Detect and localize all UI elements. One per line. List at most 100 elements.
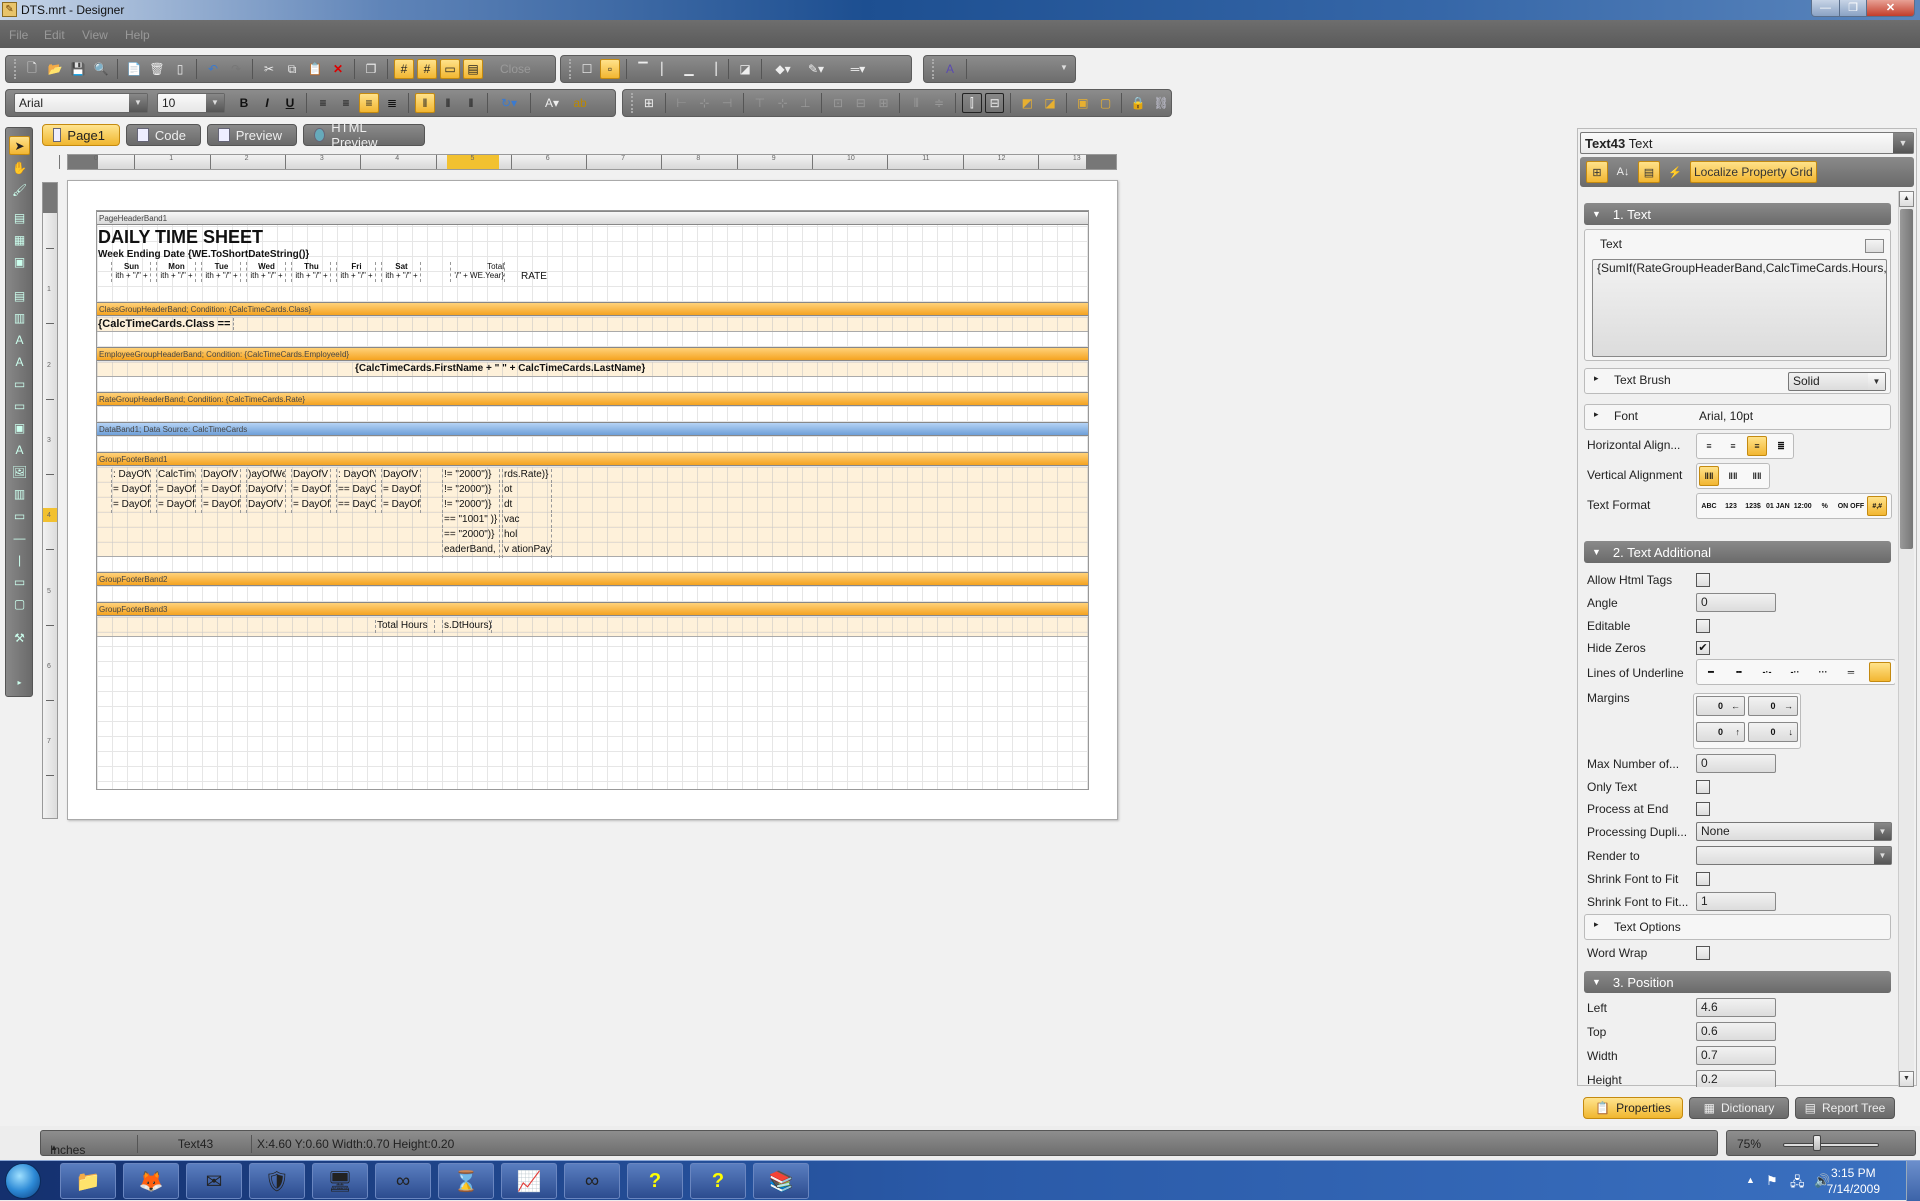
footer-cell[interactable]: vac: [502, 514, 552, 528]
footer-cell[interactable]: = DayOf: [156, 499, 196, 513]
close-button[interactable]: Close: [486, 62, 545, 76]
total-hours-label[interactable]: Total Hours: [375, 620, 435, 633]
system-text-icon[interactable]: A: [9, 352, 30, 371]
show-headers-icon[interactable]: ▭: [440, 59, 460, 79]
toolbar-grip[interactable]: [14, 59, 16, 79]
show-desktop-button[interactable]: [1906, 1161, 1920, 1201]
panel-icon[interactable]: ▭: [9, 374, 30, 393]
toolbar-grip[interactable]: [631, 93, 633, 113]
text-editor-icon[interactable]: ab: [570, 93, 590, 113]
text-expression-toggle[interactable]: [1865, 239, 1884, 253]
toolbar-grip[interactable]: [569, 59, 571, 79]
taskbar-timer-icon[interactable]: ⌛: [438, 1163, 494, 1199]
number-format-icon[interactable]: 123: [1721, 496, 1741, 516]
group-footer-band-1[interactable]: GroupFooterBand1: [97, 452, 1088, 466]
link-icon[interactable]: ⛓: [1151, 93, 1171, 113]
taskbar-remote-desktop-icon[interactable]: 🖥: [312, 1163, 368, 1199]
footer-cell[interactable]: = DayOf: [111, 484, 151, 498]
taskbar-visual-studio-9-icon[interactable]: ∞: [564, 1163, 620, 1199]
save-icon[interactable]: 💾: [68, 59, 88, 79]
top-border-icon[interactable]: ▔: [633, 59, 653, 79]
class-group-header-band[interactable]: ClassGroupHeaderBand; Condition: {CalcTi…: [97, 302, 1088, 316]
general-format-icon[interactable]: ABC: [1699, 496, 1719, 516]
events-icon[interactable]: ⚡: [1664, 161, 1686, 183]
delete-page-icon[interactable]: 🗑: [147, 59, 167, 79]
style-designer-icon[interactable]: A: [940, 59, 960, 79]
day-header[interactable]: Fri ith + "/" +: [336, 262, 376, 282]
data-band[interactable]: DataBand1; Data Source: CalcTimeCards: [97, 422, 1088, 436]
custom-format-icon[interactable]: #,#: [1867, 496, 1888, 516]
taskbar-designer-icon[interactable]: 📚: [753, 1163, 809, 1199]
start-button[interactable]: [5, 1163, 41, 1199]
justify-icon[interactable]: ≣: [1771, 436, 1791, 456]
align-to-grid-layout-icon[interactable]: ⊞: [639, 93, 659, 113]
expand-icon[interactable]: ▸: [1594, 409, 1599, 420]
expand-toolbox-icon[interactable]: ▸: [9, 673, 30, 692]
dash-dot-dot-line-icon[interactable]: -··: [1785, 662, 1805, 682]
footer-cell[interactable]: DayOfV: [381, 469, 421, 483]
angle-input[interactable]: 0: [1696, 593, 1776, 612]
footer-cell[interactable]: DayOfV: [201, 469, 241, 483]
bring-to-front-icon[interactable]: ◩: [1017, 93, 1037, 113]
class-text[interactable]: {CalcTimeCards.Class == 1 ': [98, 318, 234, 330]
date-format-icon[interactable]: 01 JAN: [1765, 496, 1791, 516]
make-same-height-icon[interactable]: ⊞: [874, 93, 894, 113]
center-vertically-icon[interactable]: ⊟: [984, 93, 1005, 113]
center-horizontally-icon[interactable]: ⫿: [961, 93, 982, 113]
rectangle-icon[interactable]: ▭: [9, 572, 30, 591]
tab-html-preview[interactable]: HTML Preview: [303, 120, 425, 150]
chevron-down-icon[interactable]: ▼: [1893, 133, 1913, 153]
top-input[interactable]: 0.6: [1696, 1022, 1776, 1041]
group-footer-band-3[interactable]: GroupFooterBand3: [97, 602, 1088, 616]
page-header-band[interactable]: PageHeaderBand1: [97, 211, 1088, 225]
left-border-icon[interactable]: ▏: [656, 59, 676, 79]
tab-dictionary[interactable]: ▦ Dictionary: [1689, 1097, 1789, 1119]
footer-cell[interactable]: != "2000")}: [442, 499, 500, 513]
footer-cell[interactable]: = DayOf\: [291, 484, 331, 498]
taskbar-help-icon[interactable]: ?: [690, 1163, 746, 1199]
cross-bands-tool-icon[interactable]: ▦: [9, 230, 30, 249]
scroll-thumb[interactable]: [1900, 209, 1913, 549]
day-header[interactable]: Sat ith + "/" +: [381, 262, 421, 282]
hide-zeros-checkbox[interactable]: ✔: [1696, 641, 1710, 655]
select-all-icon[interactable]: ❐: [361, 59, 381, 79]
show-grid-icon[interactable]: #: [394, 59, 414, 79]
font-size-combo[interactable]: 10 ▼: [157, 93, 225, 113]
valign-top-icon[interactable]: ‖: [415, 93, 435, 113]
word-wrap-checkbox[interactable]: [1696, 946, 1710, 960]
align-left-icon[interactable]: ≡: [313, 93, 333, 113]
margin-left-input[interactable]: 0 ←: [1696, 696, 1745, 716]
alphabetical-icon[interactable]: A↓: [1612, 161, 1634, 183]
font-name-combo[interactable]: Arial ▼: [14, 93, 148, 113]
preview-icon[interactable]: 🔍: [91, 59, 111, 79]
property-scrollbar[interactable]: ▲ ▼: [1898, 191, 1914, 1087]
text-in-cells-icon[interactable]: ▥: [9, 308, 30, 327]
footer-cell[interactable]: : DayOfV: [336, 469, 376, 483]
footer-cell[interactable]: dt: [502, 499, 552, 513]
valign-center-icon[interactable]: ‖: [438, 93, 458, 113]
italic-button[interactable]: I: [257, 93, 277, 113]
align-middles-icon[interactable]: ⊹: [773, 93, 793, 113]
allow-html-tags-checkbox[interactable]: [1696, 573, 1710, 587]
tab-page1[interactable]: Page1: [42, 124, 120, 146]
clone-icon[interactable]: ▭: [9, 396, 30, 415]
tab-code[interactable]: Code: [126, 124, 201, 146]
footer-cell[interactable]: != "2000")}: [442, 469, 500, 483]
toolbar-grip[interactable]: [932, 59, 934, 79]
send-to-back-icon[interactable]: ◪: [1040, 93, 1060, 113]
copy-icon[interactable]: ⧉: [282, 59, 302, 79]
network-icon[interactable]: 🖧: [1790, 1173, 1805, 1195]
format-painter-icon[interactable]: 🖌: [9, 180, 30, 199]
shadow-icon[interactable]: ◪: [735, 59, 755, 79]
rate-group-header-band[interactable]: RateGroupHeaderBand; Condition: {CalcTim…: [97, 392, 1088, 406]
total-hours-expr[interactable]: s.DtHours)}: [442, 620, 492, 633]
employee-name-text[interactable]: {CalcTimeCards.FirstName + " " + CalcTim…: [355, 363, 645, 374]
footer-cell[interactable]: = DayOf: [201, 499, 241, 513]
align-right-icon[interactable]: ≡: [1747, 436, 1767, 456]
clock[interactable]: 3:15 PM 7/14/2009: [1827, 1165, 1880, 1197]
align-tops-icon[interactable]: ⊤: [750, 93, 770, 113]
height-input[interactable]: 0.2: [1696, 1070, 1776, 1087]
align-bottoms-icon[interactable]: ⊥: [795, 93, 815, 113]
barcode-icon[interactable]: ▥: [9, 484, 30, 503]
day-header[interactable]: Wed ith + "/" +: [246, 262, 286, 282]
